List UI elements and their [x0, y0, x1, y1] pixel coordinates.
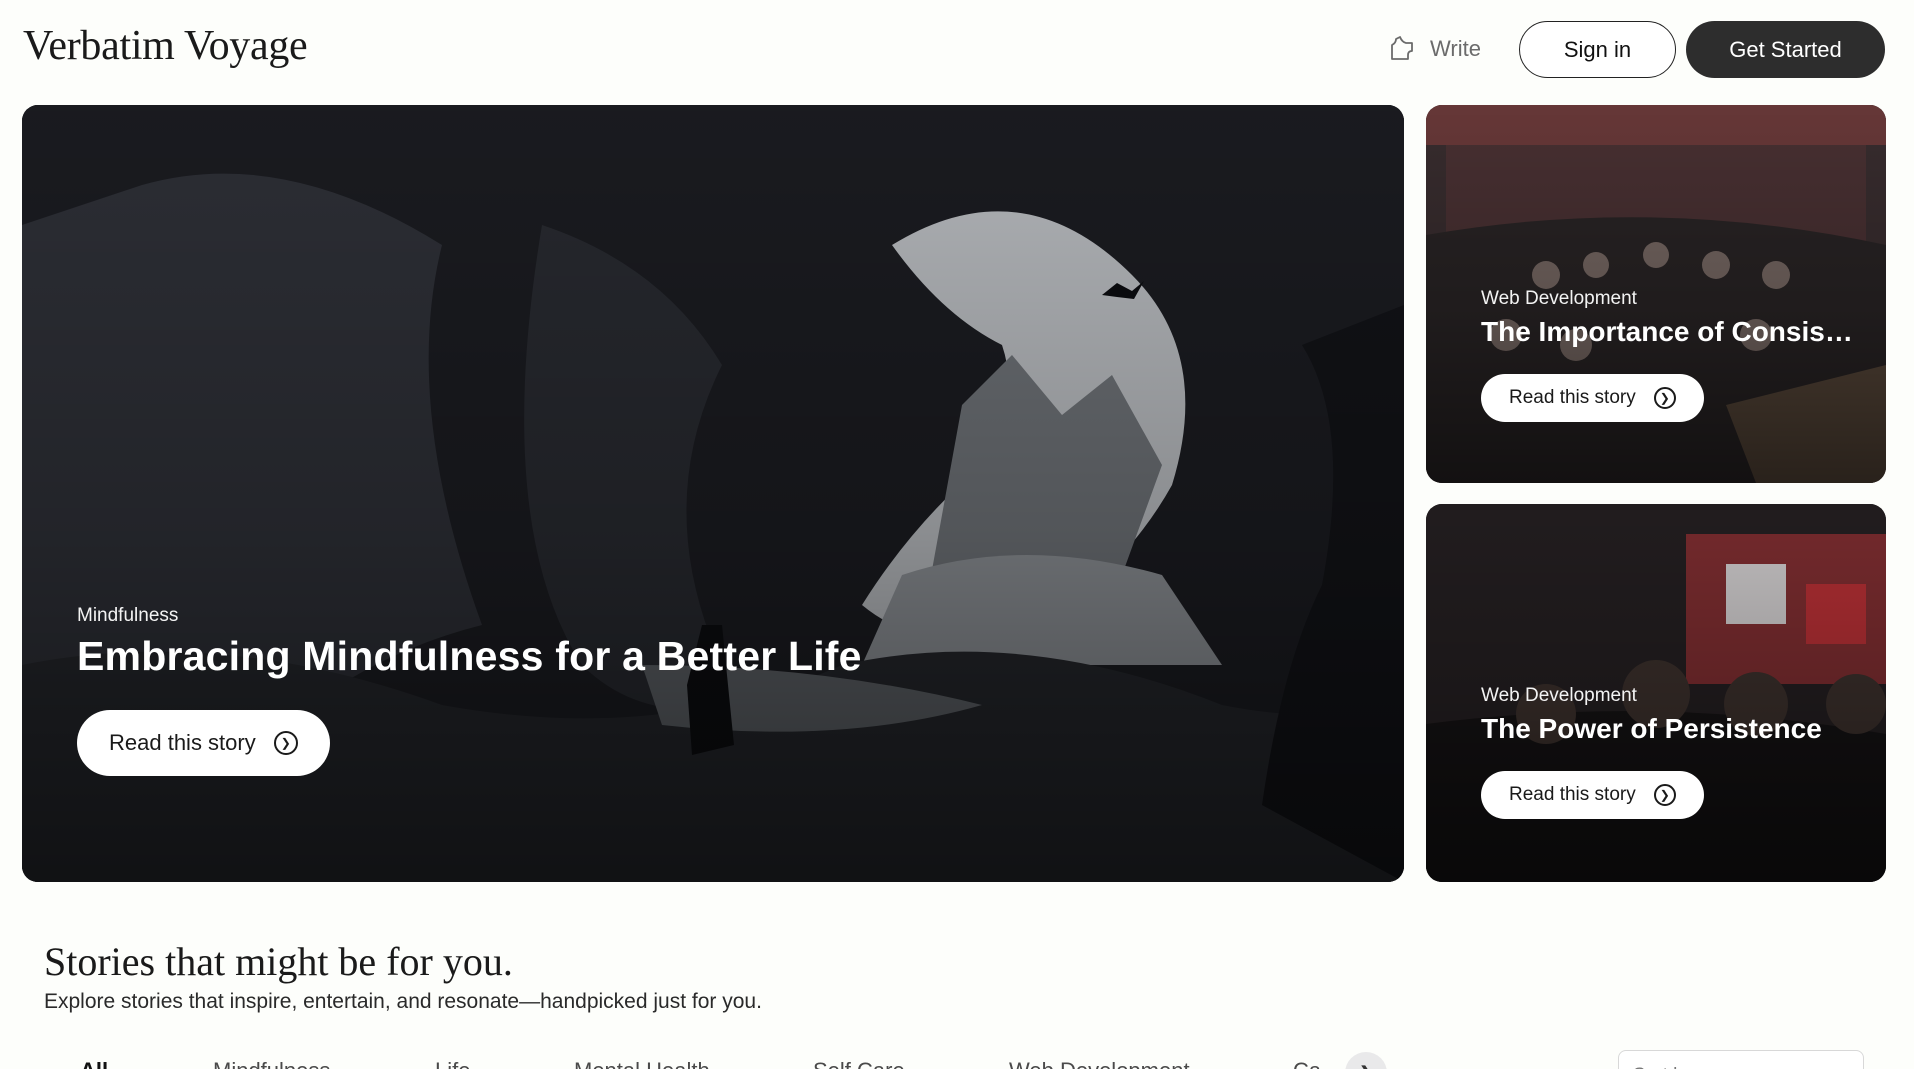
top-header: Verbatim Voyage Write Sign in Get Starte…: [0, 0, 1914, 100]
tab-web-development[interactable]: Web Development: [1009, 1058, 1190, 1069]
story-title[interactable]: Embracing Mindfulness for a Better Life: [77, 633, 862, 680]
section-subtitle: Explore stories that inspire, entertain,…: [44, 990, 762, 1013]
write-link[interactable]: Write: [1386, 32, 1481, 66]
tab-self-care[interactable]: Self Care: [813, 1058, 905, 1069]
story-category: Mindfulness: [77, 605, 179, 626]
side-story-content: Web Development The Importance of Consis…: [1481, 288, 1871, 422]
tab-mental-health[interactable]: Mental Health: [574, 1058, 710, 1069]
featured-story-card[interactable]: Mindfulness Embracing Mindfulness for a …: [22, 105, 1404, 882]
side-story-content: Web Development The Power of Persistence…: [1481, 685, 1871, 819]
read-story-button[interactable]: Read this story ❯: [1481, 374, 1704, 422]
story-title[interactable]: The Power of Persistence: [1481, 713, 1861, 745]
write-label: Write: [1430, 36, 1481, 61]
story-title[interactable]: The Importance of Consistency: [1481, 316, 1861, 348]
chevron-right-icon[interactable]: ❯: [1345, 1052, 1387, 1069]
read-story-button[interactable]: Read this story ❯: [1481, 771, 1704, 819]
read-story-label: Read this story: [1509, 387, 1636, 408]
side-story-card[interactable]: Web Development The Importance of Consis…: [1426, 105, 1886, 483]
sort-select[interactable]: Sort by: [1618, 1050, 1864, 1069]
chevron-right-circle-icon: ❯: [1653, 784, 1676, 806]
sign-in-button[interactable]: Sign in: [1519, 21, 1676, 78]
chevron-right-circle-icon: ❯: [273, 731, 298, 755]
read-story-button[interactable]: Read this story ❯: [77, 710, 330, 776]
section-title: Stories that might be for you.: [44, 939, 513, 984]
write-icon: [1391, 36, 1413, 60]
get-started-button[interactable]: Get Started: [1686, 21, 1885, 78]
tab-mindfulness[interactable]: Mindfulness: [213, 1058, 330, 1069]
featured-story-content: Mindfulness Embracing Mindfulness for a …: [77, 605, 862, 776]
tab-all[interactable]: All: [80, 1058, 108, 1069]
side-story-card[interactable]: Web Development The Power of Persistence…: [1426, 504, 1886, 882]
site-logo[interactable]: Verbatim Voyage: [23, 22, 308, 70]
story-category: Web Development: [1481, 685, 1637, 706]
tab-truncated[interactable]: Ca: [1293, 1058, 1321, 1069]
read-story-label: Read this story: [109, 730, 256, 755]
story-category: Web Development: [1481, 288, 1637, 309]
tab-life[interactable]: Life: [435, 1058, 470, 1069]
chevron-right-circle-icon: ❯: [1653, 387, 1676, 409]
read-story-label: Read this story: [1509, 784, 1636, 805]
